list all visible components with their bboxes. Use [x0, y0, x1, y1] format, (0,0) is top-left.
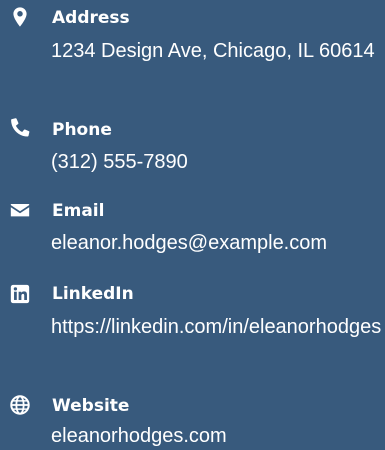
contact-item-phone: Phone (312) 555-7890 — [0, 110, 385, 180]
map-marker-icon — [9, 6, 33, 28]
email-value: eleanor.hodges@example.com — [51, 232, 328, 254]
linkedin-label: LinkedIn — [52, 284, 134, 304]
phone-icon — [10, 117, 34, 139]
envelope-icon — [9, 199, 33, 221]
linkedin-value[interactable]: https://linkedin.com/in/eleanorhodges — [51, 313, 383, 341]
website-label: Website — [52, 396, 130, 416]
globe-icon — [9, 394, 33, 416]
phone-label: Phone — [52, 120, 112, 140]
phone-value: (312) 555-7890 — [51, 151, 188, 173]
contact-item-linkedin: LinkedIn https://linkedin.com/in/eleanor… — [0, 277, 385, 377]
address-value: 1234 Design Ave, Chicago, IL 60614 — [51, 40, 375, 62]
contact-item-email: Email eleanor.hodges@example.com — [0, 191, 385, 266]
website-value[interactable]: eleanorhodges.com — [51, 422, 383, 450]
contact-item-address: Address 1234 Design Ave, Chicago, IL 606… — [0, 0, 385, 100]
address-label: Address — [52, 8, 130, 28]
email-label: Email — [52, 201, 105, 221]
contact-item-website: Website eleanorhodges.com — [0, 388, 385, 450]
linkedin-icon — [9, 283, 33, 305]
